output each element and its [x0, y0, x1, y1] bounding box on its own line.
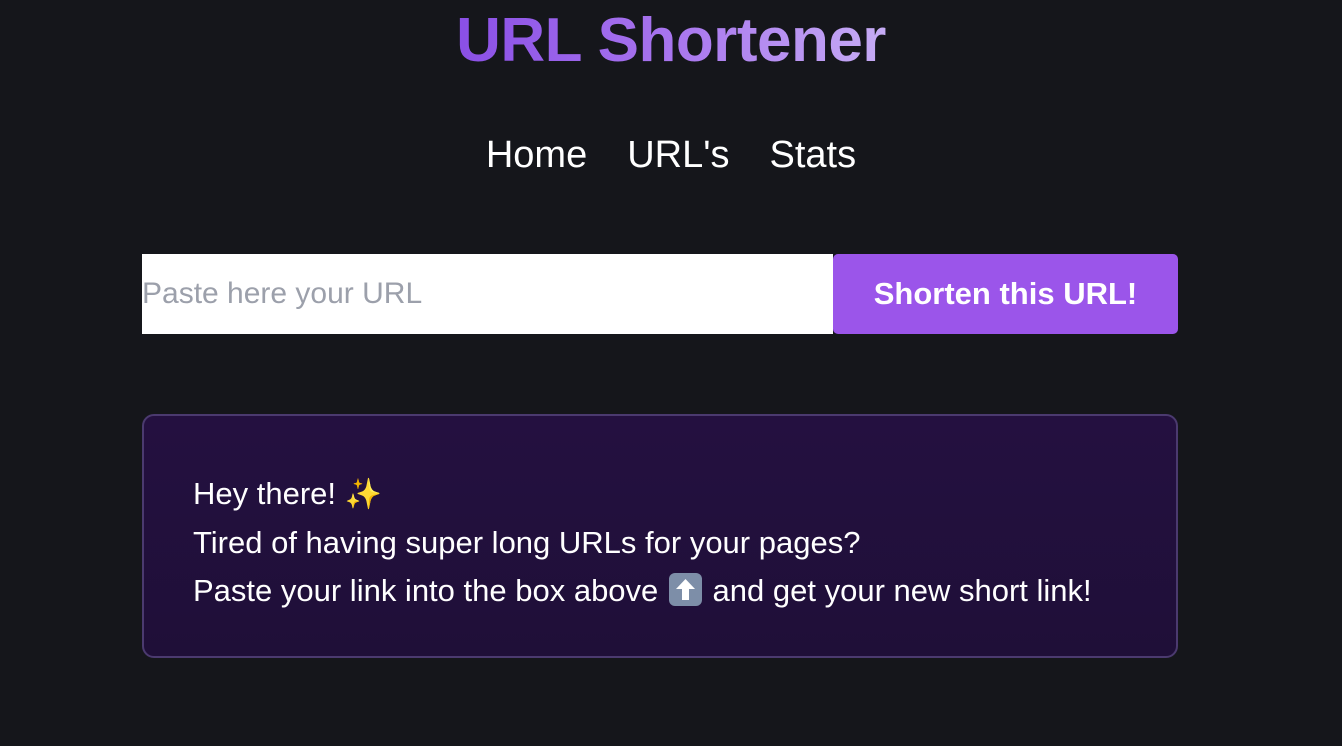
question-text: Tired of having super long URLs for your… — [193, 525, 861, 560]
url-input[interactable] — [142, 254, 833, 334]
shorten-button[interactable]: Shorten this URL! — [833, 254, 1178, 334]
greeting-text: Hey there! — [193, 476, 337, 511]
nav-link-urls[interactable]: URL's — [627, 130, 729, 180]
page: URL Shortener Home URL's Stats Shorten t… — [0, 0, 1342, 746]
instruction-text-start: Paste your link into the box above — [193, 573, 659, 608]
nav-link-stats[interactable]: Stats — [770, 130, 857, 180]
app-title: URL Shortener — [0, 6, 1342, 76]
instruction-text-end: and get your new short link! — [712, 573, 1092, 608]
info-line-instruction: Paste your link into the box above and g… — [193, 567, 1176, 615]
info-card: Hey there! ✨ Tired of having super long … — [142, 414, 1178, 658]
main-nav: Home URL's Stats — [0, 130, 1342, 180]
info-line-greeting: Hey there! ✨ — [193, 470, 1176, 519]
nav-link-home[interactable]: Home — [486, 130, 587, 180]
info-line-question: Tired of having super long URLs for your… — [193, 519, 1176, 567]
sparkles-icon: ✨ — [344, 478, 382, 511]
up-arrow-icon — [668, 573, 702, 606]
shorten-form: Shorten this URL! — [142, 254, 1178, 334]
app-title-text: URL Shortener — [456, 6, 886, 75]
